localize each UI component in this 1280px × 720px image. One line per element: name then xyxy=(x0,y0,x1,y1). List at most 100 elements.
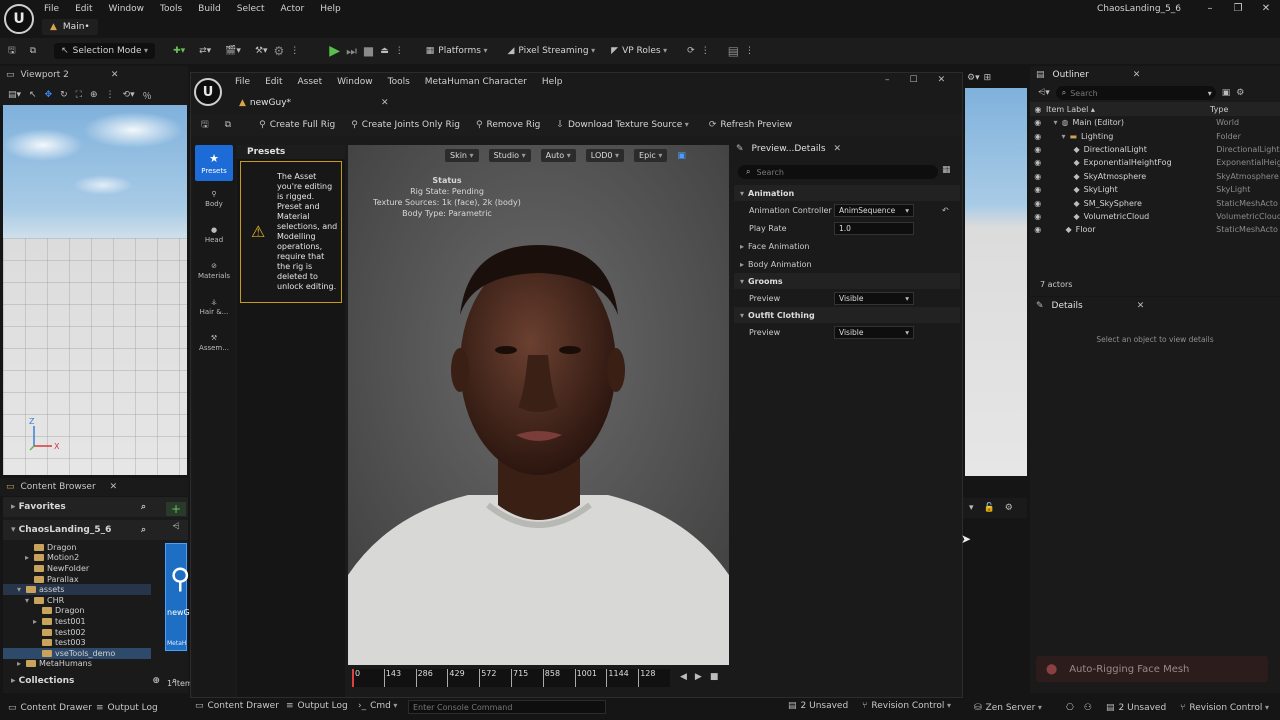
menu-asset[interactable]: Asset xyxy=(298,77,323,87)
close-icon[interactable]: ✕ xyxy=(1258,1,1274,15)
maximize-icon[interactable]: ☐ xyxy=(910,75,918,85)
project-header[interactable]: ▾ ChaosLanding_5_6 ⌕ xyxy=(3,520,188,540)
visibility-icon[interactable]: ◉ xyxy=(1030,105,1046,114)
mode-icon[interactable]: ⚒▾ xyxy=(255,46,268,56)
unsaved-right-button[interactable]: ▤ 2 Unsaved xyxy=(1106,703,1166,713)
layout-icon[interactable]: ⊞ xyxy=(984,73,992,83)
outliner-row[interactable]: ◉ ◆ VolumetricCloud VolumetricCloud xyxy=(1030,210,1280,223)
rotate-tool-icon[interactable]: ↻ xyxy=(60,90,68,100)
sidebar-item-materials[interactable]: ⊘ Materials xyxy=(195,253,233,289)
step-icon[interactable]: ⏭ xyxy=(346,44,357,59)
lod-dropdown[interactable]: LOD0 xyxy=(585,149,625,162)
tree-item[interactable]: vseTools_demo xyxy=(3,647,151,659)
stop-icon[interactable]: ■ xyxy=(363,44,374,58)
outliner-search-input[interactable]: ⌕ Search ▾ xyxy=(1055,86,1216,100)
lock-icon[interactable]: 🔓 xyxy=(984,503,995,513)
tool-icon[interactable]: ⚙ xyxy=(274,44,285,58)
filter-icon[interactable]: ⩤▾ xyxy=(1038,88,1050,98)
auto-dropdown[interactable]: Auto xyxy=(540,149,576,162)
menu-file[interactable]: File xyxy=(44,4,59,14)
download-texture-button[interactable]: ⇩ Download Texture Source xyxy=(556,120,688,130)
close-icon[interactable]: ✕ xyxy=(1133,70,1141,80)
sidebar-item-body[interactable]: ⚲ Body xyxy=(195,181,233,217)
search-icon[interactable]: ⌕ xyxy=(141,502,146,512)
expand-arrow-icon[interactable]: ▸ xyxy=(33,617,39,626)
outliner-row[interactable]: ◉ ◆ SkyAtmosphere SkyAtmosphere xyxy=(1030,170,1280,183)
settings-icon[interactable]: ⚙ xyxy=(1005,503,1013,513)
settings-icon[interactable]: ▤ xyxy=(728,44,739,58)
derived-data-icon[interactable]: ⚇ xyxy=(1084,703,1092,713)
scale-snap-icon[interactable]: ％ xyxy=(143,89,152,102)
revision-control-button[interactable]: ⑂ Revision Control xyxy=(862,701,951,711)
outliner-row[interactable]: ◉ ▾ ▬ Lighting Folder xyxy=(1030,129,1280,142)
visibility-icon[interactable]: ◉ xyxy=(1030,132,1045,141)
tree-item[interactable]: ▸ test001 xyxy=(3,616,151,627)
blueprint-icon[interactable]: ⇄▾ xyxy=(199,46,211,56)
expand-arrow-icon[interactable]: ▾ xyxy=(17,585,23,594)
visibility-icon[interactable]: ◉ xyxy=(1030,172,1045,181)
preview-details-tab[interactable]: ✎ Preview...Details ✕ xyxy=(732,139,841,159)
add-actor-icon[interactable]: ✚▾ xyxy=(173,46,185,56)
refresh-preview-button[interactable]: ⟳ Refresh Preview xyxy=(709,120,792,130)
tree-item[interactable]: Dragon xyxy=(3,542,151,553)
unsaved-button[interactable]: ▤ 2 Unsaved xyxy=(788,701,848,711)
vp-roles-button[interactable]: ◤ VP Roles xyxy=(611,46,667,56)
tree-item[interactable]: ▸ Motion2 xyxy=(3,553,151,564)
quality-dropdown[interactable]: Epic xyxy=(634,149,668,162)
save-icon[interactable]: 🖫 xyxy=(8,43,16,59)
stop-icon[interactable]: ■ xyxy=(710,672,719,682)
skin-dropdown[interactable]: Skin xyxy=(445,149,479,162)
menu-metahuman-character[interactable]: MetaHuman Character xyxy=(425,77,527,87)
menu-tools[interactable]: Tools xyxy=(160,4,182,14)
menu-help[interactable]: Help xyxy=(320,4,341,14)
tree-item[interactable]: Dragon xyxy=(3,606,151,617)
visibility-icon[interactable]: ◉ xyxy=(1030,158,1045,167)
sidebar-item-head[interactable]: ● Head xyxy=(195,217,233,253)
cinematics-icon[interactable]: 🎬▾ xyxy=(225,46,241,56)
menu-window[interactable]: Window xyxy=(109,4,145,14)
asset-tile[interactable]: ⚲ newG MetaH xyxy=(165,543,191,651)
outliner-row[interactable]: ◉ ◆ Floor StaticMeshActo xyxy=(1030,223,1280,236)
section-outfit-clothing[interactable]: ▾ Outfit Clothing xyxy=(734,307,960,323)
expand-arrow-icon[interactable]: ▾ xyxy=(25,596,31,605)
collections-header[interactable]: ▸ Collections ⊕ ⌕ xyxy=(3,671,183,691)
content-drawer-button[interactable]: ▭ Content Drawer xyxy=(8,703,92,713)
console-input[interactable] xyxy=(408,700,606,714)
details-search-input[interactable]: ⌕ Search xyxy=(738,165,938,179)
section-animation[interactable]: ▾ Animation xyxy=(734,185,960,201)
minimize-icon[interactable]: – xyxy=(885,75,890,85)
search-icon[interactable]: ⌕ xyxy=(141,525,146,535)
minimize-icon[interactable]: – xyxy=(1202,1,1218,15)
outliner-row[interactable]: ◉ ▾ ◍ Main (Editor) World xyxy=(1030,116,1280,129)
tree-item[interactable]: ▸ MetaHumans xyxy=(3,659,151,670)
column-type[interactable]: Type xyxy=(1210,105,1228,114)
save-icon[interactable]: 🖫 xyxy=(201,117,209,133)
menu-actor[interactable]: Actor xyxy=(281,4,305,14)
add-folder-icon[interactable]: ▣ xyxy=(1222,88,1231,98)
previous-frame-icon[interactable]: ◀ xyxy=(680,672,687,682)
outliner-row[interactable]: ◉ ◆ ExponentialHeightFog ExponentialHeig xyxy=(1030,156,1280,169)
grooms-preview-select[interactable]: Visible ▾ xyxy=(834,291,914,305)
tree-item[interactable]: test002 xyxy=(3,627,151,638)
more-icon[interactable]: ⋮ xyxy=(745,46,754,56)
menu-tools[interactable]: Tools xyxy=(388,77,410,87)
selection-mode-button[interactable]: ↖ Selection Mode xyxy=(54,43,156,59)
platforms-button[interactable]: ▦ Platforms xyxy=(426,46,488,56)
play-options-icon[interactable]: ⋮ xyxy=(395,46,404,56)
remove-rig-button[interactable]: ⚲ Remove Rig xyxy=(476,120,540,130)
mh-content-drawer-button[interactable]: ▭ Content Drawer xyxy=(195,701,279,711)
character-preview-viewport[interactable]: Skin Studio Auto LOD0 Epic ▣ Status Rig … xyxy=(348,145,729,665)
eject-icon[interactable]: ⏏ xyxy=(380,46,389,56)
tree-item[interactable]: ▾ CHR xyxy=(3,595,151,606)
outliner-tab[interactable]: ▤ Outliner ✕ xyxy=(1030,66,1280,84)
rotation-snap-icon[interactable]: ⟲▾ xyxy=(123,90,135,100)
menu-select[interactable]: Select xyxy=(237,4,265,14)
sidebar-item-presets[interactable]: ★ Presets xyxy=(195,145,233,181)
outliner-row[interactable]: ◉ ◆ SkyLight SkyLight xyxy=(1030,183,1280,196)
asset-tab[interactable]: ▲ newGuy* ✕ xyxy=(235,95,389,111)
outfit-preview-select[interactable]: Visible ▾ xyxy=(834,325,914,339)
menu-file[interactable]: File xyxy=(235,77,250,87)
sidebar-item-hair[interactable]: ⚶ Hair &... xyxy=(195,289,233,325)
visibility-icon[interactable]: ◉ xyxy=(1030,118,1045,127)
expand-arrow-icon[interactable]: ▸ xyxy=(25,553,31,562)
